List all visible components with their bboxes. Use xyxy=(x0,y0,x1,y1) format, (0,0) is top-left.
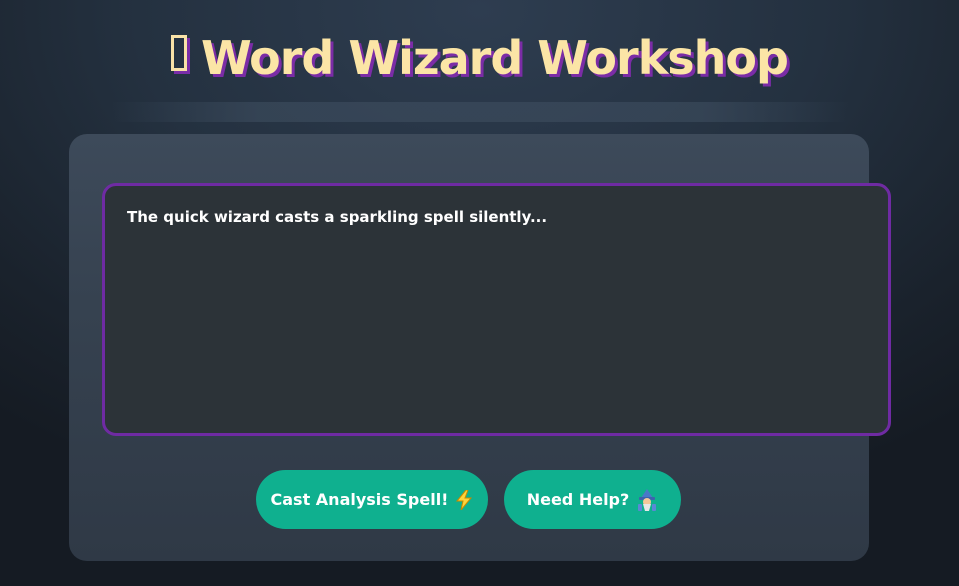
cast-analysis-button[interactable]: Cast Analysis Spell! xyxy=(256,470,488,529)
cast-analysis-label: Cast Analysis Spell! xyxy=(270,490,449,509)
text-input-area[interactable] xyxy=(102,183,891,436)
lightning-bolt-icon xyxy=(455,489,473,510)
page-header: Word Wizard Workshop xyxy=(0,22,959,94)
wizard-icon xyxy=(636,488,658,511)
page-title: Word Wizard Workshop xyxy=(201,31,789,85)
missing-glyph-icon xyxy=(171,35,188,71)
header-band xyxy=(110,102,850,122)
need-help-label: Need Help? xyxy=(526,490,630,509)
need-help-button[interactable]: Need Help? xyxy=(504,470,681,529)
